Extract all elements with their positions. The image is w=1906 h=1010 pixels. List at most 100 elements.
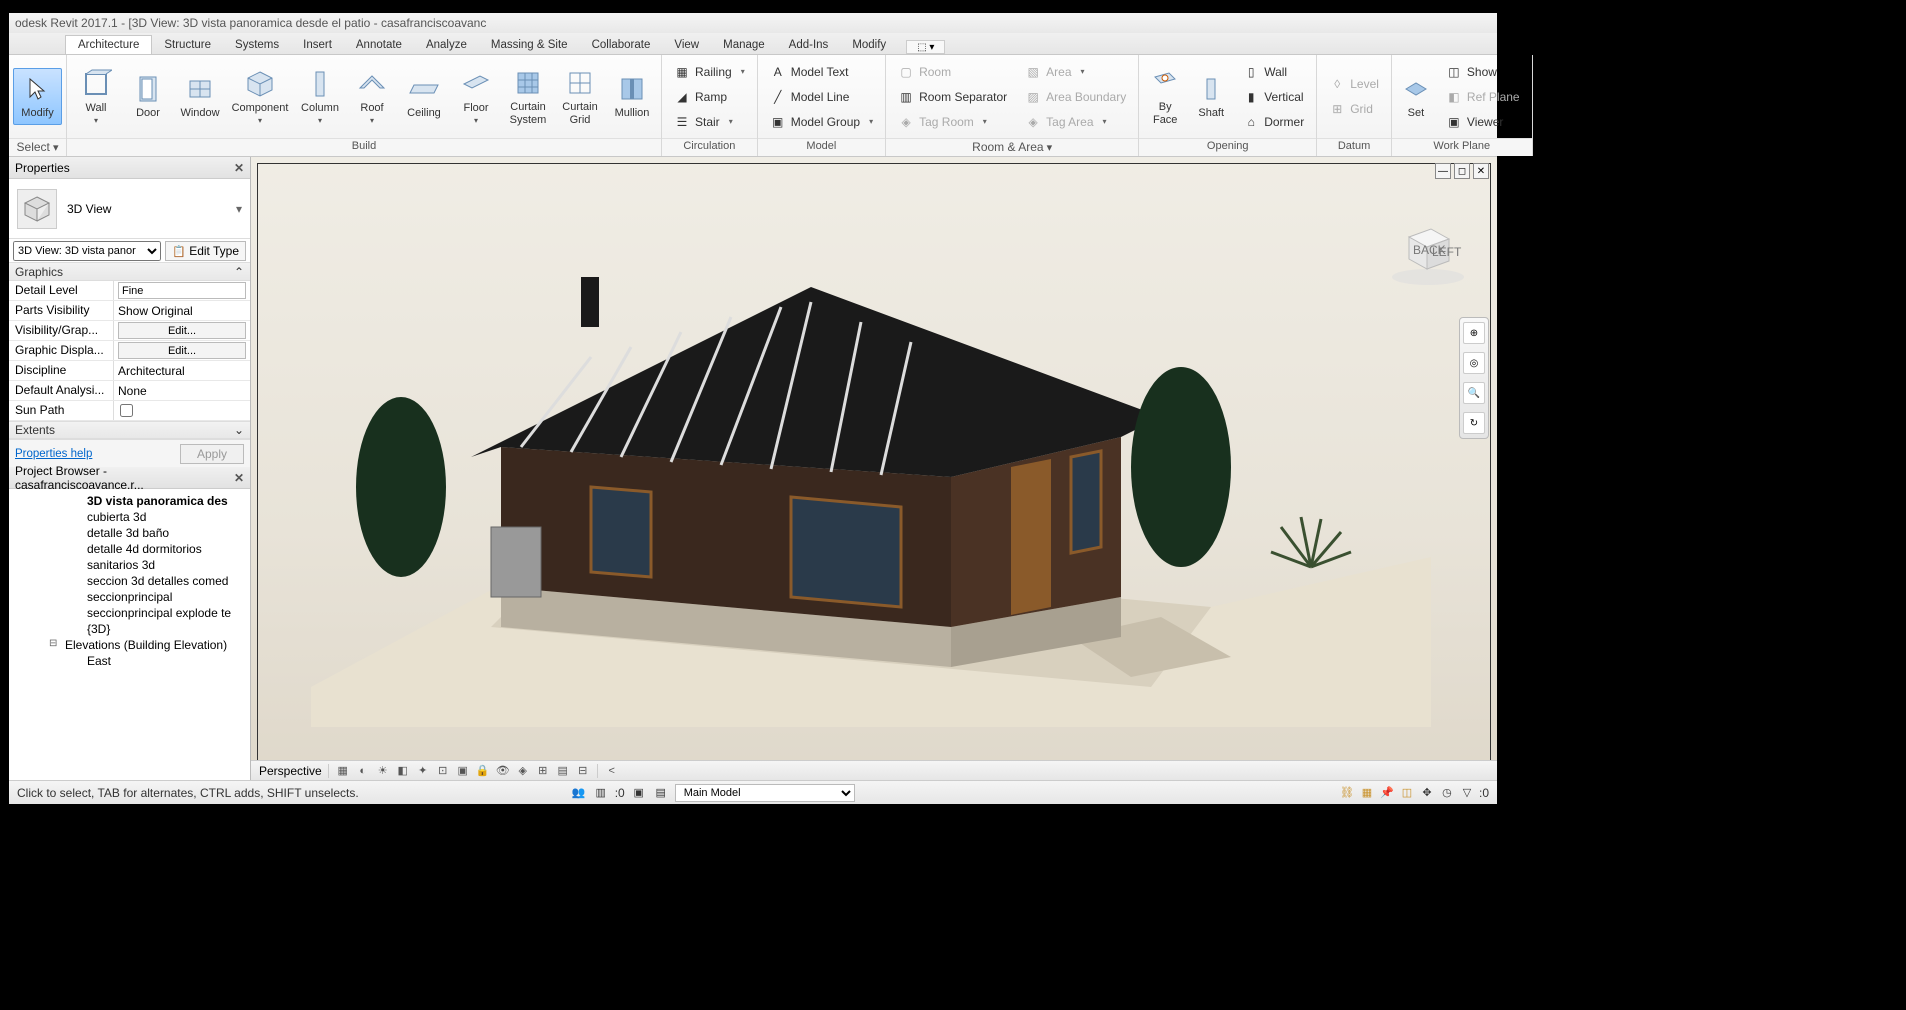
close-icon[interactable]: ✕ [234, 161, 244, 175]
tab-addins[interactable]: Add-Ins [777, 36, 841, 54]
vg-edit-button[interactable]: Edit... [118, 322, 246, 339]
crop-view-icon[interactable]: ⊡ [435, 763, 451, 779]
zoom-icon[interactable]: 🔍 [1463, 382, 1485, 404]
by-face-button[interactable]: By Face [1143, 63, 1187, 129]
railing-button[interactable]: ▦Railing [668, 60, 751, 84]
curtain-grid-button[interactable]: Curtain Grid [555, 63, 605, 129]
full-nav-wheel-icon[interactable]: ⊕ [1463, 322, 1485, 344]
tree-category[interactable]: Elevations (Building Elevation) [13, 637, 250, 653]
tree-item[interactable]: {3D} [13, 621, 250, 637]
show-workplane-button[interactable]: ◫Show [1440, 60, 1526, 84]
curtain-system-button[interactable]: Curtain System [503, 63, 553, 129]
prop-cat-extents[interactable]: Extents⌄ [9, 421, 250, 439]
model-line-button[interactable]: ╱Model Line [764, 85, 879, 109]
door-button[interactable]: Door [123, 69, 173, 123]
model-text-button[interactable]: AModel Text [764, 60, 879, 84]
opening-dormer-button[interactable]: ⌂Dormer [1237, 110, 1310, 134]
worksets-icon[interactable]: 👥 [571, 785, 587, 801]
background-processes-icon[interactable]: ◷ [1439, 785, 1455, 801]
column-button[interactable]: Column▾ [295, 64, 345, 129]
close-view-icon[interactable]: ✕ [1473, 163, 1489, 179]
tab-manage[interactable]: Manage [711, 36, 777, 54]
set-workplane-button[interactable]: Set [1396, 69, 1436, 123]
3d-viewport[interactable]: — ◻ ✕ BACK LEFT ⊕ ◎ [251, 157, 1497, 780]
ramp-button[interactable]: ◢Ramp [668, 85, 751, 109]
tab-annotate[interactable]: Annotate [344, 36, 414, 54]
tab-view[interactable]: View [662, 36, 711, 54]
active-only-icon[interactable]: ▤ [653, 785, 669, 801]
temp-hide-icon[interactable]: 👁 [495, 763, 511, 779]
design-options-icon[interactable]: ▣ [631, 785, 647, 801]
opening-wall-button[interactable]: ▯Wall [1237, 60, 1310, 84]
apply-button[interactable]: Apply [180, 444, 244, 464]
worksharing-display-icon[interactable]: ⊞ [535, 763, 551, 779]
view-scale-label[interactable]: Perspective [259, 764, 322, 778]
tab-analyze[interactable]: Analyze [414, 36, 479, 54]
window-button[interactable]: Window [175, 69, 225, 123]
filter-icon[interactable]: ▽ [1459, 785, 1475, 801]
tree-item[interactable]: East [13, 653, 250, 669]
mullion-button[interactable]: Mullion [607, 69, 657, 123]
modify-button[interactable]: Modify [13, 68, 62, 124]
tree-item[interactable]: cubierta 3d [13, 509, 250, 525]
orbit-icon[interactable]: ↻ [1463, 412, 1485, 434]
tab-collaborate[interactable]: Collaborate [580, 36, 663, 54]
tree-item[interactable]: seccionprincipal explode te [13, 605, 250, 621]
properties-help-link[interactable]: Properties help [15, 448, 92, 460]
prop-cat-graphics[interactable]: Graphics⌃ [9, 263, 250, 281]
shadows-icon[interactable]: ◧ [395, 763, 411, 779]
minimize-view-icon[interactable]: — [1435, 163, 1451, 179]
select-face-icon[interactable]: ◫ [1399, 785, 1415, 801]
visual-style-icon[interactable]: ◐ [355, 763, 371, 779]
tree-item[interactable]: sanitarios 3d [13, 557, 250, 573]
stair-button[interactable]: ☰Stair [668, 110, 751, 134]
select-underlay-icon[interactable]: ▦ [1359, 785, 1375, 801]
detail-level-icon[interactable]: ▦ [335, 763, 351, 779]
gd-edit-button[interactable]: Edit... [118, 342, 246, 359]
main-model-select[interactable]: Main Model [675, 784, 855, 802]
wall-button[interactable]: Wall▾ [71, 64, 121, 129]
tree-item[interactable]: seccionprincipal [13, 589, 250, 605]
sun-path-checkbox[interactable] [120, 404, 133, 417]
instance-select[interactable]: 3D View: 3D vista panor [13, 241, 161, 261]
tree-item[interactable]: detalle 4d dormitorios [13, 541, 250, 557]
tree-item[interactable]: detalle 3d baño [13, 525, 250, 541]
rendering-icon[interactable]: ✦ [415, 763, 431, 779]
viewcube[interactable]: BACK LEFT [1389, 217, 1467, 287]
ceiling-button[interactable]: Ceiling [399, 69, 449, 123]
shaft-button[interactable]: Shaft [1189, 69, 1233, 123]
opening-vertical-button[interactable]: ▮Vertical [1237, 85, 1310, 109]
sun-path-icon[interactable]: ☀ [375, 763, 391, 779]
edit-type-button[interactable]: 📋 Edit Type [165, 241, 246, 261]
tab-architecture[interactable]: Architecture [65, 35, 152, 54]
room-separator-button[interactable]: ▥Room Separator [892, 85, 1013, 109]
analytical-model-icon[interactable]: ▤ [555, 763, 571, 779]
select-links-icon[interactable]: ⛓ [1339, 785, 1355, 801]
panel-label-select[interactable]: Select ▾ [9, 138, 66, 156]
tab-systems[interactable]: Systems [223, 36, 291, 54]
tab-structure[interactable]: Structure [152, 36, 223, 54]
tab-insert[interactable]: Insert [291, 36, 344, 54]
reveal-constraints-icon[interactable]: ⊟ [575, 763, 591, 779]
properties-header[interactable]: Properties ✕ [9, 157, 250, 179]
steering-wheel-icon[interactable]: ◎ [1463, 352, 1485, 374]
detail-level-input[interactable] [118, 282, 246, 299]
drag-elements-icon[interactable]: ✥ [1419, 785, 1435, 801]
close-icon[interactable]: ✕ [234, 471, 244, 485]
properties-type-selector[interactable]: 3D View ▾ [9, 179, 250, 239]
tab-massing-site[interactable]: Massing & Site [479, 36, 580, 54]
crop-region-icon[interactable]: ▣ [455, 763, 471, 779]
reveal-hidden-icon[interactable]: ◈ [515, 763, 531, 779]
ribbon-overflow-dropdown[interactable]: ⬚ ▾ [906, 40, 945, 54]
editable-only-icon[interactable]: ▥ [593, 785, 609, 801]
viewer-button[interactable]: ▣Viewer [1440, 110, 1526, 134]
select-pinned-icon[interactable]: 📌 [1379, 785, 1395, 801]
panel-label-room-area[interactable]: Room & Area ▾ [886, 138, 1138, 156]
project-browser-header[interactable]: Project Browser - casafranciscoavance.r.… [9, 467, 250, 489]
floor-button[interactable]: Floor▾ [451, 64, 501, 129]
lock-3d-icon[interactable]: 🔒 [475, 763, 491, 779]
scroll-left-icon[interactable]: < [604, 763, 620, 779]
component-button[interactable]: Component▾ [227, 64, 293, 129]
tree-item[interactable]: 3D vista panoramica des [13, 493, 250, 509]
tree-item[interactable]: seccion 3d detalles comed [13, 573, 250, 589]
